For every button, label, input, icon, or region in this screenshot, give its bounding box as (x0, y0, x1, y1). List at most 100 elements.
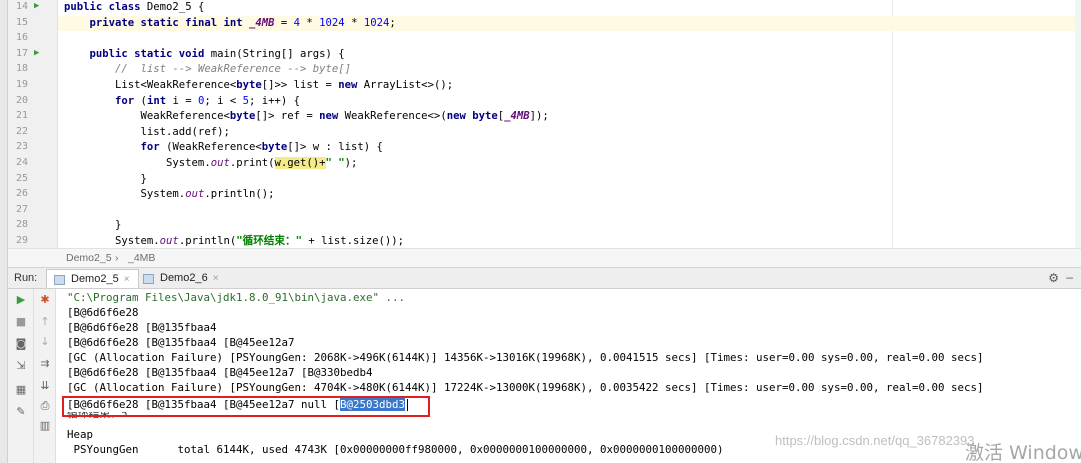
code-token: new (338, 79, 358, 91)
stop-icon[interactable]: ■ (12, 315, 30, 328)
activate-windows-overlay: 激活 Windows (965, 442, 1081, 463)
code-token: WeakReference<>( (338, 110, 447, 123)
code-token: ArrayList<>(); (357, 79, 454, 91)
line-number: 21 (15, 110, 28, 122)
gear-icon[interactable]: ⚙ (1048, 271, 1059, 285)
code-text: List<WeakReference<byte[]>> list = new A… (64, 78, 453, 94)
code-text: WeakReference<byte[]> ref = new WeakRefe… (64, 109, 549, 125)
code-line[interactable]: System.out.print(w.get()+" "); (58, 156, 1081, 172)
down-arrow-icon[interactable]: ↓ (36, 335, 54, 348)
breadcrumb-class[interactable]: Demo2_5 (66, 252, 112, 264)
code-text: System.out.print(w.get()+" "); (64, 156, 357, 172)
code-token: .println( (178, 235, 237, 247)
code-token: "循环结束：" (236, 235, 302, 247)
up-arrow-icon[interactable]: ↑ (36, 315, 54, 328)
code-token: public class (64, 1, 141, 13)
code-line[interactable]: public class Demo2_5 { (58, 0, 1081, 16)
code-line[interactable]: // list --> WeakReference --> byte[] (58, 62, 1081, 78)
line-number: 24 (15, 157, 28, 168)
console-command-line: "C:\Program Files\Java\jdk1.8.0_91\bin\j… (67, 291, 406, 304)
code-token: _4MB (504, 110, 530, 123)
run-gutter-icon[interactable]: ▶ (34, 1, 39, 11)
code-token: w.get()+ (274, 157, 326, 169)
breadcrumb: Demo2_5 › _4MB (8, 248, 1081, 268)
pin-icon[interactable]: ✎ (12, 405, 30, 418)
code-line[interactable]: list.add(ref); (58, 125, 1081, 141)
console-line: [B@6d6f6e28 (67, 306, 139, 319)
minimize-icon[interactable]: – (1066, 270, 1073, 284)
code-line[interactable]: WeakReference<byte[]> ref = new WeakRefe… (58, 109, 1081, 125)
print-icon[interactable]: ⎙ (36, 399, 54, 413)
code-text: public class Demo2_5 { (64, 0, 204, 16)
code-text: } (64, 172, 147, 188)
code-token: list.add(ref); (64, 125, 230, 138)
console-line-young-gen: PSYoungGen total 6144K, used 4743K [0x00… (67, 443, 724, 456)
java-class-icon (143, 274, 154, 284)
code-token: List<WeakReference< (64, 79, 237, 91)
code-token: System. (64, 235, 160, 247)
rerun-icon[interactable]: ▶ (12, 293, 30, 306)
annotation-highlight-box (62, 396, 430, 417)
breadcrumb-field[interactable]: _4MB (128, 252, 155, 264)
close-icon[interactable]: × (124, 274, 130, 285)
layout-icon[interactable]: ▦ (12, 383, 30, 396)
code-line[interactable]: private static final int _4MB = 4 * 1024… (58, 15, 1081, 32)
code-token: int (146, 94, 167, 107)
code-token: ]); (529, 110, 549, 123)
console-line-heap: Heap (67, 428, 94, 441)
run-gutter-icon[interactable]: ▶ (34, 48, 39, 58)
editor-scrollbar[interactable] (1075, 0, 1081, 248)
code-editor[interactable]: 14 ▶ 15 16 17 ▶ 18 19 20 21 22 23 24 25 26 27 28 29 publi… (8, 0, 1081, 248)
debug-icon[interactable]: ✱ (36, 293, 54, 306)
code-line[interactable]: public static void main(String[] args) { (58, 47, 1081, 63)
java-class-icon (54, 275, 65, 285)
run-label: Run: (14, 272, 38, 284)
code-line[interactable]: System.out.println(); (58, 187, 1081, 203)
code-token: out (210, 157, 230, 169)
line-number: 29 (15, 235, 28, 246)
blog-watermark: https://blog.csdn.net/qq_36782393 (775, 433, 975, 448)
code-line[interactable]: List<WeakReference<byte[]>> list = new A… (58, 78, 1081, 94)
code-text: System.out.println(); (64, 187, 275, 203)
line-number: 23 (15, 141, 28, 153)
close-icon[interactable]: × (213, 273, 219, 284)
code-line[interactable]: } (58, 218, 1081, 234)
soft-wrap-icon[interactable]: ⇉ (36, 357, 54, 370)
code-token: byte (229, 110, 256, 123)
console-line: [B@6d6f6e28 [B@135fbaa4 (67, 321, 217, 334)
tab-demo2-6[interactable]: Demo2_6 × (136, 269, 227, 288)
code-line[interactable] (58, 31, 1081, 47)
editor-gutter: 14 ▶ 15 16 17 ▶ 18 19 20 21 22 23 24 25 26 27 28 29 (8, 0, 58, 248)
code-token: Demo2_5 { (140, 1, 205, 13)
code-text: list.add(ref); (64, 125, 230, 141)
code-line[interactable] (58, 203, 1081, 219)
code-token: []> ref = (255, 110, 320, 123)
code-line[interactable]: } (58, 172, 1081, 188)
code-token: } (64, 219, 122, 232)
code-token: []>> list = (261, 79, 339, 91)
console-toolbar-primary: ▶ ■ ◙ ⇲ ▦ ✎ (8, 289, 34, 463)
line-number: 15 (15, 16, 28, 28)
code-text: for (int i = 0; i < 5; i++) { (64, 94, 300, 110)
tab-demo2-5[interactable]: Demo2_5 × (46, 269, 139, 288)
code-line[interactable]: System.out.println("循环结束：" + list.size()… (58, 234, 1081, 248)
scroll-to-end-icon[interactable]: ⇊ (36, 379, 54, 392)
line-number: 22 (15, 125, 28, 137)
code-token: 1024 (363, 16, 390, 29)
code-token: 1024 (319, 16, 345, 29)
trash-icon[interactable]: ▥ (36, 419, 54, 432)
camera-icon[interactable]: ◙ (12, 337, 30, 350)
code-line[interactable]: for (int i = 0; i < 5; i++) { (58, 94, 1081, 110)
code-token: .print( (229, 157, 275, 169)
console-line: [B@6d6f6e28 [B@135fbaa4 [B@45ee12a7 [B@3… (67, 366, 373, 379)
code-line[interactable]: for (WeakReference<byte[]> w : list) { (58, 140, 1081, 156)
breadcrumb-separator: › (115, 252, 119, 264)
code-area[interactable]: public class Demo2_5 { private static fi… (58, 0, 1081, 248)
restore-layout-icon[interactable]: ⇲ (12, 359, 30, 372)
code-token: i = (166, 94, 198, 107)
code-token: []> w : list) { (287, 141, 383, 154)
code-token: byte (261, 141, 288, 154)
code-token: for (115, 94, 135, 107)
